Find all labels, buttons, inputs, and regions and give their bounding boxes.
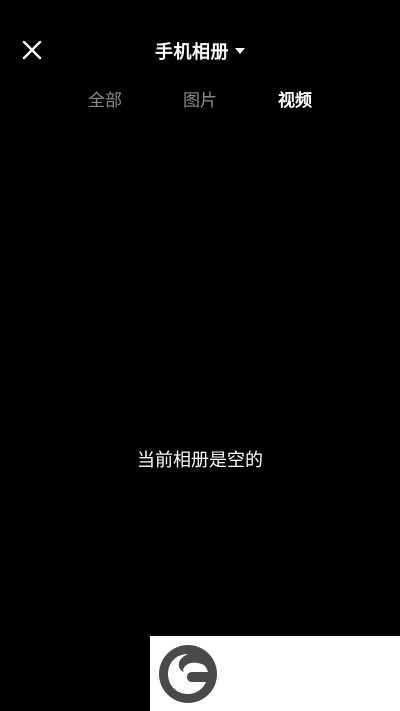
empty-album-message: 当前相册是空的 (137, 450, 263, 471)
album-picker-screen: 手机相册 全部 图片 视频 当前相册是空的 (0, 0, 400, 711)
caret-down-icon (235, 48, 245, 54)
tab-photos[interactable]: 图片 (183, 86, 217, 116)
header: 手机相册 (0, 0, 400, 100)
media-type-tabs: 全部 图片 视频 (0, 86, 400, 116)
album-selector-dropdown[interactable]: 手机相册 (0, 36, 400, 66)
tab-all[interactable]: 全部 (88, 86, 122, 116)
tab-videos[interactable]: 视频 (278, 86, 312, 116)
watermark-badge (150, 636, 400, 711)
album-title: 手机相册 (155, 42, 229, 63)
leaf-g-logo-icon (159, 645, 217, 703)
